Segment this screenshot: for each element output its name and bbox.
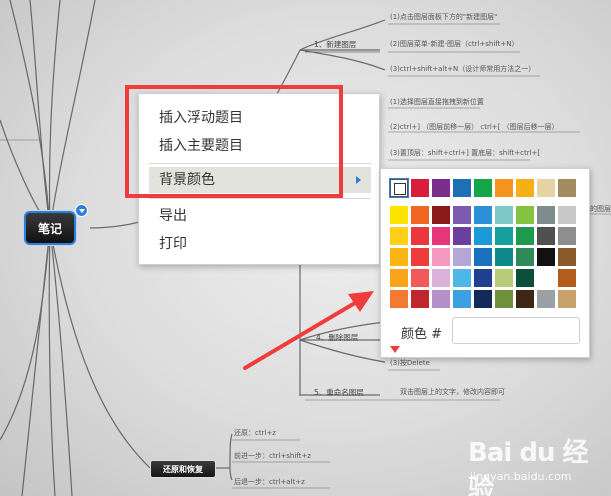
map-text[interactable]: (3)按Delete (390, 359, 430, 368)
color-hex-label: 颜色 # (401, 327, 443, 342)
color-swatch[interactable] (432, 269, 450, 287)
panel-pointer-icon (390, 346, 400, 353)
highlight-annotation (125, 85, 343, 198)
color-swatch[interactable] (453, 227, 471, 245)
map-text[interactable]: (3)ctrl+shift+alt+N（设计师常用方法之一） (390, 65, 535, 74)
map-text[interactable]: 后退一步：ctrl+alt+z (234, 478, 305, 487)
color-swatch[interactable] (537, 248, 555, 266)
color-swatch[interactable] (558, 269, 576, 287)
color-swatch[interactable] (516, 227, 534, 245)
color-swatch[interactable] (411, 248, 429, 266)
color-swatch[interactable] (516, 206, 534, 224)
map-text[interactable]: (2)ctrl+] （图层前移一层） ctrl+[ （图层后移一层） (390, 123, 559, 132)
color-picker-panel: 颜色 # (380, 168, 590, 358)
color-swatch[interactable] (411, 179, 429, 197)
submenu-arrow-icon (356, 176, 361, 184)
color-swatch[interactable] (474, 179, 492, 197)
color-swatch[interactable] (495, 290, 513, 308)
color-hex-input[interactable] (452, 317, 580, 344)
color-swatch[interactable] (537, 179, 555, 197)
map-text[interactable]: 前进一步：ctrl+shift+z (234, 452, 311, 461)
no-color-swatch[interactable] (389, 178, 409, 198)
color-swatch[interactable] (390, 227, 408, 245)
color-swatch[interactable] (453, 248, 471, 266)
color-swatch[interactable] (432, 290, 450, 308)
color-swatch[interactable] (537, 290, 555, 308)
color-swatch[interactable] (390, 290, 408, 308)
color-swatch[interactable] (432, 248, 450, 266)
color-swatch[interactable] (558, 206, 576, 224)
color-swatch[interactable] (558, 290, 576, 308)
map-text[interactable]: 还原：ctrl+z (234, 429, 276, 438)
section-delete-layer[interactable]: 4、删除图层 (316, 333, 358, 342)
menu-item-label: 导出 (159, 208, 187, 224)
color-swatch[interactable] (495, 227, 513, 245)
color-swatch[interactable] (537, 269, 555, 287)
root-node[interactable]: 笔记 (24, 211, 76, 245)
color-swatch[interactable] (390, 248, 408, 266)
color-swatch[interactable] (558, 227, 576, 245)
watermark-url: jingyan.baidu.com (470, 470, 572, 483)
collapse-toggle-icon[interactable] (75, 204, 88, 217)
sub-node-restore[interactable]: 还原和恢复 (150, 460, 216, 478)
map-text[interactable]: (2)图层菜单-新建-图层（ctrl+shift+N） (390, 40, 518, 49)
map-text[interactable]: 的图层 (590, 205, 611, 214)
color-swatch[interactable] (474, 269, 492, 287)
color-swatch[interactable] (453, 206, 471, 224)
menu-item-export[interactable]: 导出 (149, 203, 371, 229)
map-text[interactable]: (1)点击图层面板下方的"新建图层" (390, 13, 497, 22)
color-swatch[interactable] (390, 206, 408, 224)
color-swatch[interactable] (474, 290, 492, 308)
color-swatch[interactable] (537, 227, 555, 245)
map-text[interactable]: 双击图层上的文字，修改内容即可 (400, 388, 505, 397)
color-swatch[interactable] (474, 206, 492, 224)
color-swatch[interactable] (495, 248, 513, 266)
menu-item-label: 打印 (159, 236, 187, 252)
color-swatch[interactable] (516, 269, 534, 287)
color-swatch[interactable] (453, 290, 471, 308)
color-swatch[interactable] (432, 227, 450, 245)
color-swatch[interactable] (453, 179, 471, 197)
color-swatch[interactable] (474, 248, 492, 266)
color-swatch[interactable] (495, 206, 513, 224)
color-swatch[interactable] (516, 179, 534, 197)
map-text[interactable]: (1)选择图层直接拖拽到新位置 (390, 98, 484, 107)
color-swatch[interactable] (558, 179, 576, 197)
color-swatch[interactable] (411, 290, 429, 308)
section-rename-layer[interactable]: 5、重命名图层 (314, 388, 364, 397)
color-swatch[interactable] (537, 206, 555, 224)
color-swatch[interactable] (495, 269, 513, 287)
color-swatch[interactable] (411, 206, 429, 224)
menu-item-print[interactable]: 打印 (149, 231, 371, 257)
baidu-watermark: Bai du 经验 jingyan.baidu.com (466, 428, 606, 496)
color-swatch[interactable] (474, 227, 492, 245)
color-swatch[interactable] (411, 269, 429, 287)
color-swatch[interactable] (516, 290, 534, 308)
watermark-brand: Bai du 经验 (468, 438, 589, 496)
color-swatch[interactable] (432, 179, 450, 197)
section-new-layer[interactable]: 1、新建图层 (314, 40, 356, 49)
color-swatch[interactable] (432, 206, 450, 224)
color-swatch[interactable] (390, 269, 408, 287)
color-swatch[interactable] (495, 179, 513, 197)
menu-separator (149, 198, 371, 199)
color-swatch[interactable] (411, 227, 429, 245)
map-text[interactable]: (3)置顶层：shift+ctrl+] 置底层：shift+ctrl+[ (390, 149, 540, 158)
color-swatch[interactable] (558, 248, 576, 266)
color-swatch[interactable] (516, 248, 534, 266)
color-swatch[interactable] (453, 269, 471, 287)
